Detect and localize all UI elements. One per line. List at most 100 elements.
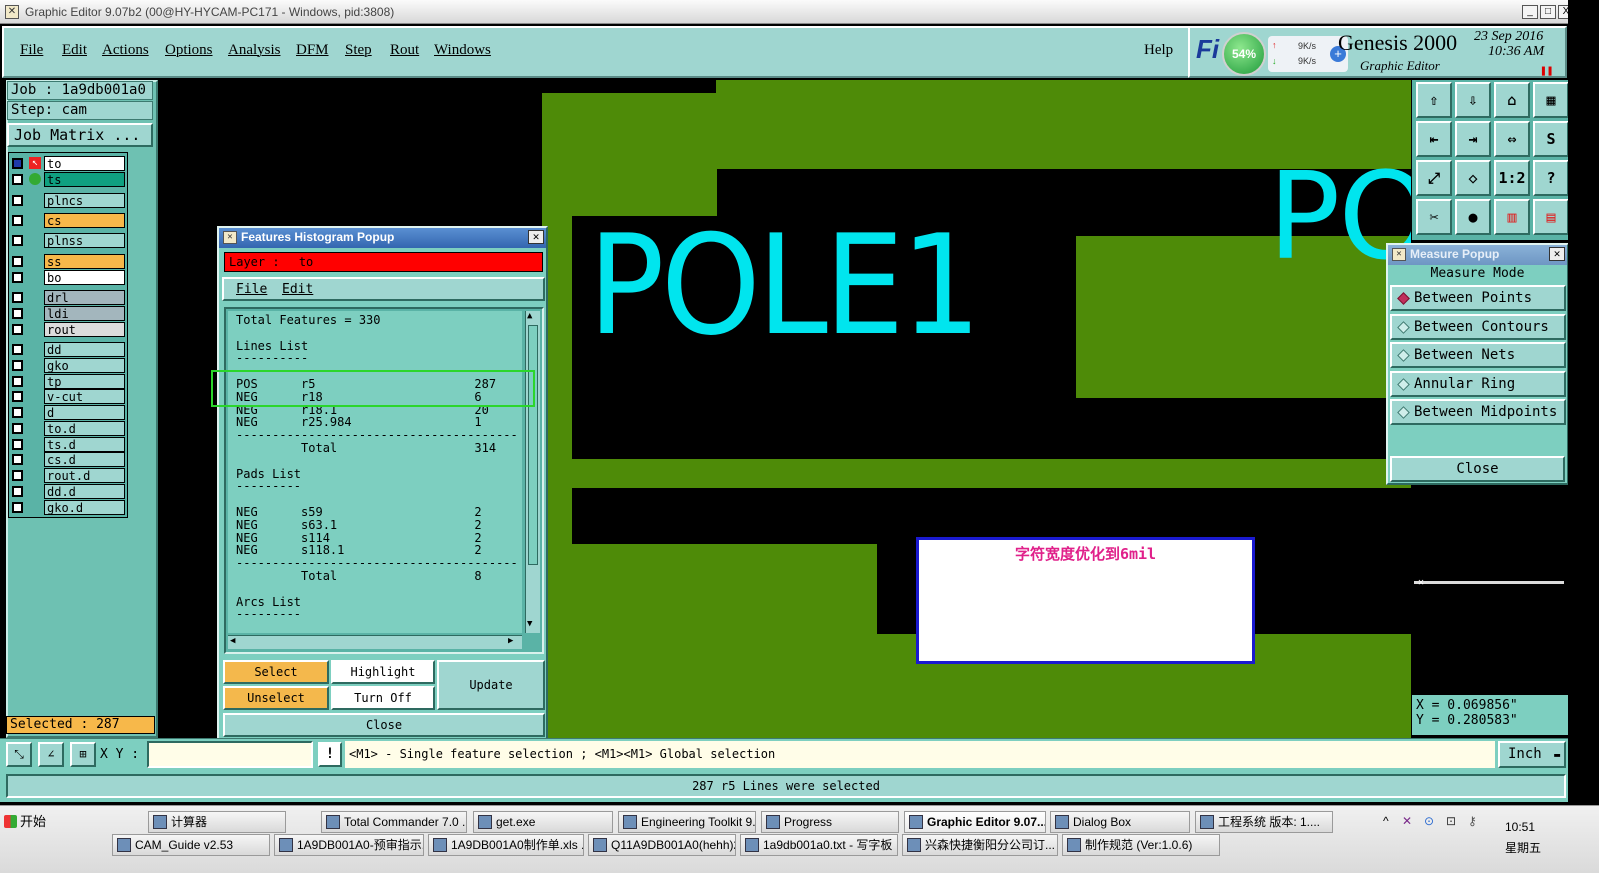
close-icon[interactable]: ✕ [1549,247,1565,261]
layer-checkbox[interactable] [12,407,23,418]
histogram-menu-file[interactable]: File [236,282,267,297]
layer-checkbox[interactable] [12,174,23,185]
layer-row[interactable]: rout [8,322,128,337]
layer-row[interactable]: ss [8,254,128,269]
taskbar-item[interactable]: Total Commander 7.0 ... [321,811,467,833]
layer-checkbox[interactable] [12,215,23,226]
scale-icon[interactable]: 1:2 [1494,160,1530,196]
layer-row[interactable]: ↖ to [8,156,128,171]
tray-arrow-icon[interactable]: ^ [1383,814,1389,828]
layer-checkbox[interactable] [12,439,23,450]
layer-checkbox[interactable] [12,486,23,497]
layer-checkbox[interactable] [12,391,23,402]
layer-checkbox[interactable] [12,423,23,434]
layer-row[interactable]: d [8,405,128,420]
scroll-right-icon[interactable]: ▶ [508,636,513,646]
units-selector[interactable]: Inch ▬ [1498,741,1566,768]
menu-analysis[interactable]: Analysis [228,42,281,59]
layer-row[interactable]: ts.d [8,437,128,452]
unselect-button[interactable]: Unselect [223,686,329,710]
menu-help[interactable]: Help [1144,42,1173,59]
menu-file[interactable]: File [20,42,43,59]
close-icon[interactable]: ✕ [528,230,544,244]
frame-icon[interactable]: ▦ [1533,82,1569,118]
maximize-button[interactable]: □ [1540,5,1556,19]
layer-row[interactable]: gko [8,358,128,373]
taskbar-item[interactable]: 1A9DB001A0制作单.xls ... [428,834,584,856]
taskbar-item[interactable]: 计算器 [148,811,286,833]
layer-row[interactable]: v-cut [8,389,128,404]
layer-checkbox[interactable] [12,308,23,319]
snap-left-icon[interactable]: ⇤ [1416,121,1452,157]
layer-checkbox[interactable] [12,324,23,335]
menu-dfm[interactable]: DFM [296,42,329,59]
layer-row[interactable]: to.d [8,421,128,436]
start-button[interactable]: 开始 [2,810,58,834]
zoom-slider[interactable] [1414,581,1564,584]
turn-off-button[interactable]: Turn Off [331,686,435,710]
layer-row[interactable]: ts [8,172,128,187]
measure-close-button[interactable]: Close [1390,456,1565,482]
taskbar-item[interactable]: 兴森快捷衡阳分公司订... [902,834,1058,856]
taskbar-item[interactable]: 1A9DB001A0-预审指示... [274,834,424,856]
taskbar-item[interactable]: Graphic Editor 9.07... [904,811,1046,833]
layer-checkbox[interactable] [12,502,23,513]
taskbar-item[interactable]: 1a9db001a0.txt - 写字板 [740,834,898,856]
layer-checkbox[interactable] [12,360,23,371]
select-button[interactable]: Select [223,660,329,684]
snap-icon[interactable]: ⤡ [6,742,32,767]
menu-actions[interactable]: Actions [102,42,149,59]
taskbar-item[interactable]: Q11A9DB001A0(hehh)2... [588,834,736,856]
layer-checkbox[interactable] [12,195,23,206]
xy-input[interactable] [147,741,313,768]
measure-mode-option[interactable]: Between Points [1390,285,1566,311]
tray-app-icon[interactable]: ⊡ [1446,814,1456,828]
swap-icon[interactable]: ⇔ [1494,121,1530,157]
taskbar-item[interactable]: Progress [761,811,899,833]
layer-checkbox[interactable] [12,256,23,267]
layer-row[interactable]: plnss [8,233,128,248]
histogram-menu-edit[interactable]: Edit [282,282,313,297]
tray-app-icon[interactable]: ⊙ [1424,814,1434,828]
help-icon[interactable]: ? [1533,160,1569,196]
cut-icon[interactable]: ✂ [1416,199,1452,235]
taskbar-item[interactable]: 工程系统 版本: 1.... [1195,811,1333,833]
pad-icon[interactable]: ● [1455,199,1491,235]
layer-checkbox[interactable] [12,470,23,481]
minimize-button[interactable]: _ [1522,5,1538,19]
layer-row[interactable]: plncs [8,193,128,208]
layer-checkbox[interactable] [12,376,23,387]
measure-icon[interactable]: ∠ [38,742,64,767]
zoom-icon[interactable]: ◇ [1455,160,1491,196]
menu-windows[interactable]: Windows [434,42,491,59]
grid-icon[interactable]: ⊞ [70,742,96,767]
job-matrix-button[interactable]: Job Matrix ... [7,123,153,147]
clock-time[interactable]: 10:51 [1505,820,1535,834]
layer-row[interactable]: rout.d [8,468,128,483]
layer-row[interactable]: cs.d [8,452,128,467]
update-button[interactable]: Update [437,660,545,710]
layer-row[interactable]: dd.d [8,484,128,499]
layer-row[interactable]: tp [8,374,128,389]
step-icon[interactable]: S [1533,121,1569,157]
home-icon[interactable]: ⌂ [1494,82,1530,118]
layer-checkbox[interactable] [12,292,23,303]
layer-row[interactable]: bo [8,270,128,285]
layer-row[interactable]: ldi [8,306,128,321]
snap-right-icon[interactable]: ⇥ [1455,121,1491,157]
layer-checkbox[interactable] [12,272,23,283]
menu-step[interactable]: Step [345,42,372,59]
layer-row[interactable]: gko.d [8,500,128,515]
layer-grid-icon[interactable]: ▤ [1533,199,1569,235]
taskbar-item[interactable]: Dialog Box [1050,811,1190,833]
horizontal-scrollbar[interactable]: ◀ ▶ [228,635,522,649]
taskbar-item[interactable]: get.exe [473,811,613,833]
menu-edit[interactable]: Edit [62,42,87,59]
layer-checkbox[interactable] [12,344,23,355]
tray-app-icon[interactable]: ⚷ [1468,814,1477,828]
alert-icon[interactable]: ! [318,742,342,767]
layer-row[interactable]: cs [8,213,128,228]
vertical-scrollbar[interactable]: ▲ ▼ [525,311,540,633]
measure-mode-option[interactable]: Between Nets [1390,342,1566,368]
fit-icon[interactable]: ⤢ [1416,160,1452,196]
